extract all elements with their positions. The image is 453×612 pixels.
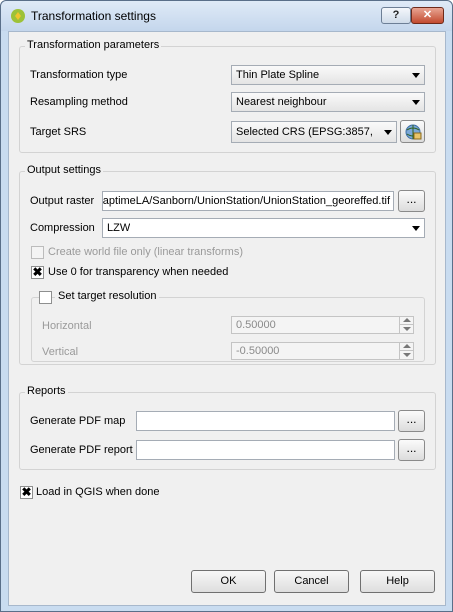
pdf-report-label: Generate PDF report [30, 444, 133, 456]
vertical-label: Vertical [42, 346, 79, 358]
dialog-body: Transformation parameters Transformation… [8, 31, 446, 606]
group-title: Output settings [25, 164, 103, 176]
pdf-map-label: Generate PDF map [30, 415, 126, 427]
output-raster-value: aptimeLA/Sanborn/UnionStation/UnionStati… [102, 195, 390, 207]
spin-down-icon[interactable] [399, 351, 413, 359]
output-raster-label: Output raster [30, 195, 95, 207]
title-close-button[interactable]: ✕ [411, 7, 444, 24]
chevron-down-icon [384, 130, 392, 135]
target-srs-select[interactable]: Selected CRS (EPSG:3857, WG [231, 121, 397, 143]
target-resolution-title: Set target resolution [55, 290, 160, 302]
spin-up-icon[interactable] [399, 343, 413, 351]
horizontal-label: Horizontal [42, 320, 92, 332]
pdf-report-field[interactable] [136, 440, 395, 460]
transparency-checkbox[interactable]: ✖ [31, 266, 44, 279]
crs-globe-icon [405, 124, 422, 140]
pdf-report-browse-button[interactable]: ... [398, 439, 425, 461]
help-button[interactable]: Help [360, 570, 435, 593]
title-bar[interactable]: Transformation settings ? ✕ [1, 1, 452, 31]
target-srs-label: Target SRS [30, 126, 87, 138]
transformation-parameters-group: Transformation parameters Transformation… [19, 39, 436, 153]
ok-button[interactable]: OK [191, 570, 266, 593]
group-title: Reports [25, 385, 68, 397]
chevron-down-icon [412, 73, 420, 78]
dialog-window: Transformation settings ? ✕ Transformati… [0, 0, 453, 612]
spin-down-icon[interactable] [399, 325, 413, 333]
pdf-map-browse-button[interactable]: ... [398, 410, 425, 432]
transparency-label: Use 0 for transparency when needed [48, 266, 229, 278]
world-file-label: Create world file only (linear transform… [48, 246, 244, 258]
transformation-type-select[interactable]: Thin Plate Spline [231, 65, 425, 85]
vertical-spinbox[interactable]: -0.50000 [231, 342, 414, 360]
pdf-map-field[interactable] [136, 411, 395, 431]
spin-up-icon[interactable] [399, 317, 413, 325]
world-file-checkbox[interactable] [31, 246, 44, 259]
target-resolution-group: Set target resolution Horizontal 0.50000… [31, 290, 425, 362]
load-in-qgis-checkbox[interactable]: ✖ [20, 486, 33, 499]
horizontal-spinbox[interactable]: 0.50000 [231, 316, 414, 334]
transformation-type-value: Thin Plate Spline [236, 69, 320, 81]
target-srs-value: Selected CRS (EPSG:3857, WG [236, 126, 376, 138]
resampling-method-value: Nearest neighbour [236, 96, 327, 108]
load-in-qgis-label: Load in QGIS when done [36, 486, 160, 498]
output-raster-field[interactable]: aptimeLA/Sanborn/UnionStation/UnionStati… [102, 191, 394, 211]
output-settings-group: Output settings Output raster aptimeLA/S… [19, 164, 436, 365]
resampling-method-label: Resampling method [30, 96, 128, 108]
title-help-button[interactable]: ? [381, 7, 411, 24]
chevron-down-icon [412, 100, 420, 105]
crs-select-button[interactable] [400, 120, 425, 143]
cancel-button[interactable]: Cancel [274, 570, 349, 593]
vertical-value: -0.50000 [236, 345, 280, 357]
target-resolution-checkbox[interactable] [39, 291, 52, 304]
window-title: Transformation settings [31, 9, 156, 23]
resampling-method-select[interactable]: Nearest neighbour [231, 92, 425, 112]
output-raster-browse-button[interactable]: ... [398, 190, 425, 212]
qgis-logo-icon [11, 9, 25, 23]
compression-label: Compression [30, 222, 95, 234]
reports-group: Reports Generate PDF map ... Generate PD… [19, 385, 436, 470]
chevron-down-icon [412, 226, 420, 231]
transformation-type-label: Transformation type [30, 69, 128, 81]
group-title: Transformation parameters [25, 39, 162, 51]
compression-value: LZW [107, 222, 131, 234]
compression-select[interactable]: LZW [102, 218, 425, 238]
horizontal-value: 0.50000 [236, 319, 276, 331]
